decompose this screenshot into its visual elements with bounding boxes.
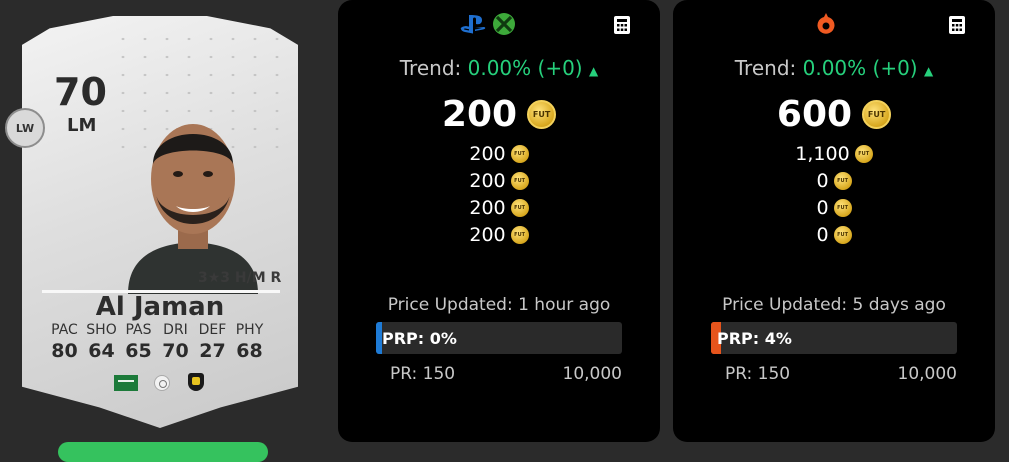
pr-max: 10,000 — [562, 364, 622, 384]
stat-value: 80 — [51, 340, 78, 362]
platform-icons — [815, 12, 837, 36]
alt-position-badge: LW — [5, 108, 45, 148]
trend-value: 0.00% (+0) — [802, 56, 918, 80]
player-position: LM — [67, 115, 97, 136]
price-updated-text: Price Updated: 5 days ago — [722, 295, 946, 315]
stat-sho: SHO 64 — [85, 322, 118, 362]
price-value: 0 — [816, 169, 829, 192]
trend-value: 0.00% (+0) — [467, 56, 583, 80]
stat-label: PAC — [51, 322, 78, 338]
stat-pac: PAC 80 — [48, 322, 81, 362]
price-row: 200 FUT — [338, 221, 660, 248]
skills-workrates: 3★3 H/M R — [198, 270, 282, 286]
trend-up-arrow-icon: ▲ — [588, 64, 599, 78]
pr-min: PR: 150 — [725, 364, 791, 384]
coin-icon: FUT — [510, 144, 529, 163]
price-list: 200 FUT 200 FUT 200 FUT 200 FUT — [338, 140, 660, 248]
stat-value: 68 — [236, 340, 263, 362]
stat-label: SHO — [86, 322, 117, 338]
price-list: 1,100 FUT 0 FUT 0 FUT 0 FUT — [673, 140, 995, 248]
trend-text: Trend: 0.00% (+0) ▲ — [673, 56, 995, 80]
price-value: 0 — [816, 196, 829, 219]
pr-max: 10,000 — [897, 364, 957, 384]
prp-bar: PRP: 0% — [376, 322, 622, 354]
origin-icon — [817, 13, 835, 34]
player-card[interactable]: 70 LM 3★3 H/M R Al Jaman PAC 80 SHO 64 PAS… — [22, 16, 298, 428]
stat-label: PHY — [235, 322, 264, 338]
current-price: 200 FUT — [338, 94, 660, 135]
nation-flag-icon — [114, 375, 138, 391]
price-value: 200 — [469, 142, 506, 165]
price-row: 200 FUT — [338, 140, 660, 167]
stat-value: 70 — [162, 340, 189, 362]
price-range: PR: 150 10,000 — [725, 364, 957, 384]
coin-icon: FUT — [510, 198, 529, 217]
current-price-value: 600 — [776, 94, 853, 135]
player-rating: 70 — [54, 70, 107, 114]
league-icon — [154, 375, 170, 391]
trend-label: Trend: — [399, 56, 462, 80]
stat-value: 27 — [199, 340, 226, 362]
stat-label: DEF — [198, 322, 227, 338]
prp-text: PRP: 4% — [717, 329, 792, 348]
price-range: PR: 150 10,000 — [390, 364, 622, 384]
coin-icon: FUT — [833, 225, 852, 244]
stat-phy: PHY 68 — [233, 322, 266, 362]
trend-text: Trend: 0.00% (+0) ▲ — [338, 56, 660, 80]
stat-label: PAS — [125, 322, 152, 338]
price-value: 200 — [469, 196, 506, 219]
playstation-icon — [460, 15, 486, 34]
coin-icon: FUT — [833, 171, 852, 190]
player-card-area: LW 70 LM 3★3 H/M R Al Jaman PAC 80 SHO 64 … — [0, 0, 330, 462]
price-value: 200 — [469, 223, 506, 246]
club-badge-icon — [188, 373, 204, 391]
coin-icon: FUT — [510, 171, 529, 190]
stat-dri: DRI 70 — [159, 322, 192, 362]
prp-bar: PRP: 4% — [711, 322, 957, 354]
prp-text: PRP: 0% — [382, 329, 457, 348]
stat-value: 65 — [125, 340, 152, 362]
trend-up-arrow-icon: ▲ — [923, 64, 934, 78]
current-price-value: 200 — [441, 94, 518, 135]
stat-label: DRI — [163, 322, 188, 338]
green-action-button[interactable] — [58, 442, 268, 462]
calculator-icon[interactable] — [949, 16, 965, 34]
pc-price-panel: Trend: 0.00% (+0) ▲ 600 FUT 1,100 FUT 0 FU… — [673, 0, 995, 442]
console-price-panel: Trend: 0.00% (+0) ▲ 200 FUT 200 FUT 200 FU… — [338, 0, 660, 442]
stat-value: 64 — [88, 340, 115, 362]
pr-min: PR: 150 — [390, 364, 456, 384]
trend-label: Trend: — [734, 56, 797, 80]
stat-def: DEF 27 — [196, 322, 229, 362]
player-name: Al Jaman — [95, 292, 225, 322]
price-row: 200 FUT — [338, 167, 660, 194]
platform-icons — [460, 12, 516, 36]
coin-icon: FUT — [833, 198, 852, 217]
player-portrait — [128, 124, 258, 294]
current-price: 600 FUT — [673, 94, 995, 135]
price-row: 0 FUT — [673, 167, 995, 194]
price-row: 1,100 FUT — [673, 140, 995, 167]
coin-icon: FUT — [510, 225, 529, 244]
price-row: 0 FUT — [673, 194, 995, 221]
xbox-icon — [493, 13, 515, 35]
coin-icon: FUT — [862, 100, 892, 129]
price-value: 0 — [816, 223, 829, 246]
player-stats: PAC 80 SHO 64 PAS 65 DRI 70 DEF 27 PHY 68 — [48, 322, 266, 362]
price-row: 200 FUT — [338, 194, 660, 221]
calculator-icon[interactable] — [614, 16, 630, 34]
price-value: 200 — [469, 169, 506, 192]
coin-icon: FUT — [527, 100, 557, 129]
stat-pas: PAS 65 — [122, 322, 155, 362]
price-updated-text: Price Updated: 1 hour ago — [387, 295, 611, 315]
price-value: 1,100 — [795, 142, 850, 165]
coin-icon: FUT — [854, 144, 873, 163]
price-row: 0 FUT — [673, 221, 995, 248]
